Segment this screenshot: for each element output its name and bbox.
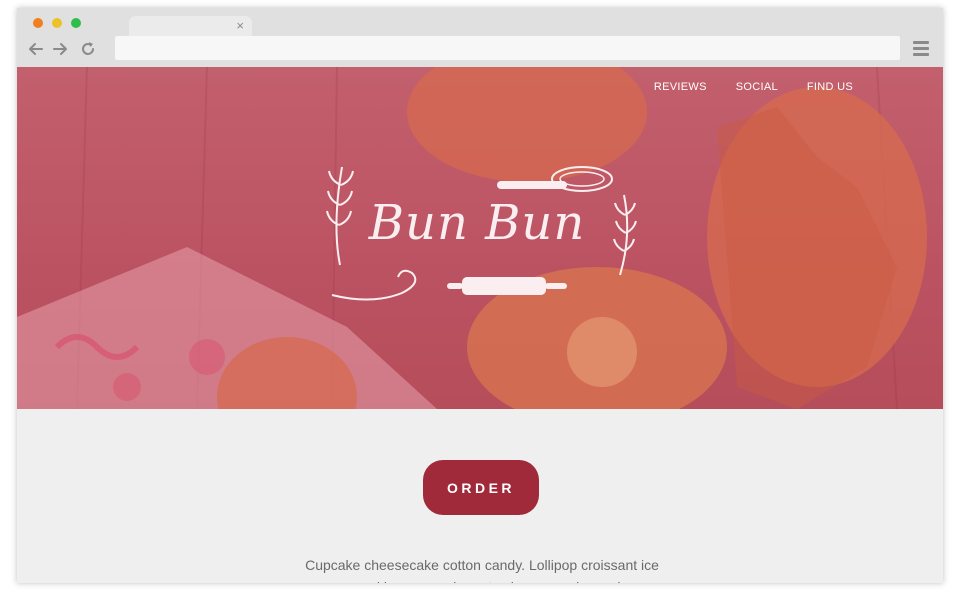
nav-reviews-link[interactable]: REVIEWS	[654, 81, 707, 93]
wheat-right-icon	[613, 194, 637, 276]
nav-find-us-link[interactable]: FIND US	[807, 81, 853, 93]
hero-banner: REVIEWS SOCIAL FIND US Bun Bun	[17, 67, 943, 409]
browser-tab[interactable]: ×	[129, 16, 252, 38]
hamburger-menu-icon[interactable]	[913, 41, 929, 57]
wheat-left-icon	[326, 166, 354, 266]
browser-window: × REVIEWS SOCIAL FIND US Bun Bun ORDER C…	[17, 8, 943, 583]
order-button[interactable]: ORDER	[423, 460, 539, 515]
main-content: ORDER Cupcake cheesecake cotton candy. L…	[17, 409, 943, 583]
forward-arrow-icon[interactable]	[51, 40, 69, 58]
maximize-window-dot[interactable]	[71, 18, 81, 28]
close-window-dot[interactable]	[33, 18, 43, 28]
intro-paragraph: Cupcake cheesecake cotton candy. Lollipo…	[295, 557, 669, 583]
bun-bun-logo: Bun Bun	[312, 155, 652, 305]
address-bar[interactable]	[115, 36, 900, 60]
rolling-pin-icon	[447, 277, 567, 295]
browser-titlebar: ×	[17, 8, 943, 67]
hero-nav: REVIEWS SOCIAL FIND US	[654, 81, 853, 93]
reload-icon[interactable]	[79, 40, 97, 58]
nav-social-link[interactable]: SOCIAL	[736, 81, 778, 93]
minimize-window-dot[interactable]	[52, 18, 62, 28]
whisk-icon	[497, 166, 613, 192]
back-arrow-icon[interactable]	[27, 40, 45, 58]
logo-text: Bun Bun	[368, 195, 586, 251]
tab-close-icon[interactable]: ×	[236, 18, 244, 34]
